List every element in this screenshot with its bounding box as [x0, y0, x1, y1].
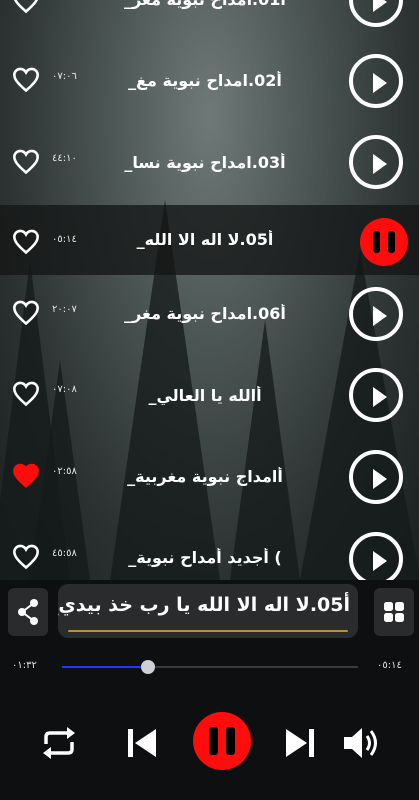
- list-item[interactable]: ٤٥:٥٨ _أجديد أمداح نبوية (: [0, 522, 419, 580]
- track-title: _أجديد أمداح نبوية (: [128, 548, 282, 567]
- skip-previous-icon[interactable]: [126, 727, 158, 759]
- heart-icon[interactable]: [12, 300, 40, 326]
- track-title: _أ01.امداح نبوية مغر: [100, 0, 310, 9]
- list-item[interactable]: _أ01.امداح نبوية مغر: [0, 0, 419, 39]
- track-duration: ٠٧:٠٦: [52, 71, 77, 82]
- track-list[interactable]: _أ01.امداح نبوية مغر ٠٧:٠٦ _أ02.امداح نب…: [0, 0, 419, 580]
- track-duration: ٠٥:١٤: [52, 234, 77, 245]
- list-item-active[interactable]: ٠٥:١٤ _أ05.لا اله الا الله: [0, 205, 419, 275]
- list-item[interactable]: ٤٤:١٠ _أ03.امداح نبوية نسا: [0, 123, 419, 201]
- player-panel: _أ05.لا اله الا الله يا رب خذ بيدي ٠١:٣٢…: [0, 580, 419, 800]
- play-icon[interactable]: [349, 0, 403, 27]
- track-duration: ٠٧:٠٨: [52, 384, 77, 395]
- now-playing-box[interactable]: _أ05.لا اله الا الله يا رب خذ بيدي: [58, 584, 358, 638]
- track-title: _أ03.امداح نبوية نسا: [124, 153, 286, 172]
- heart-icon[interactable]: [12, 229, 40, 255]
- seek-bar[interactable]: [62, 660, 358, 674]
- heart-icon[interactable]: [12, 67, 40, 93]
- track-title: _أ02.امداح نبوية مغ: [128, 71, 282, 90]
- heart-icon[interactable]: [12, 149, 40, 175]
- elapsed-time: ٠١:٣٢: [12, 660, 37, 671]
- total-time: ٠٥:١٤: [377, 660, 402, 671]
- repeat-icon[interactable]: [40, 726, 78, 760]
- track-title: _أ05.لا اله الا الله: [136, 230, 274, 249]
- grid-icon: [384, 602, 404, 622]
- skip-next-icon[interactable]: [284, 727, 316, 759]
- share-icon: [18, 599, 38, 625]
- play-icon[interactable]: [349, 368, 403, 422]
- track-duration: ٤٥:٥٨: [52, 548, 77, 559]
- track-duration: ٤٤:١٠: [52, 153, 77, 164]
- now-playing-title: _أ05.لا اله الا الله يا رب خذ بيدي: [58, 594, 350, 616]
- grid-button[interactable]: [374, 588, 414, 636]
- play-icon[interactable]: [349, 450, 403, 504]
- track-title: _أ06.امداح نبوية مغر: [124, 304, 286, 323]
- heart-icon[interactable]: [12, 0, 40, 14]
- list-item[interactable]: ٠٧:٠٨ _أالله يا العالي: [0, 358, 419, 436]
- seek-bar-handle[interactable]: [140, 660, 155, 674]
- track-duration: ٠٢:٥٨: [52, 466, 77, 477]
- heart-icon[interactable]: [12, 381, 40, 407]
- seek-bar-fill: [62, 666, 148, 668]
- pause-icon[interactable]: [193, 712, 251, 770]
- play-icon[interactable]: [349, 287, 403, 341]
- heart-filled-icon[interactable]: [12, 463, 40, 489]
- heart-icon[interactable]: [12, 544, 40, 570]
- list-item[interactable]: ٠٢:٥٨ _أامداج نبوية مغربية: [0, 440, 419, 518]
- play-icon[interactable]: [349, 532, 403, 580]
- list-item[interactable]: ٢٠:٠٧ _أ06.امداح نبوية مغر: [0, 275, 419, 353]
- play-icon[interactable]: [349, 54, 403, 108]
- pause-icon[interactable]: [360, 218, 408, 266]
- play-icon[interactable]: [349, 135, 403, 189]
- share-button[interactable]: [8, 588, 48, 636]
- volume-icon[interactable]: [342, 725, 382, 761]
- list-item[interactable]: ٠٧:٠٦ _أ02.امداح نبوية مغ: [0, 40, 419, 118]
- track-duration: ٢٠:٠٧: [52, 304, 77, 315]
- track-title: _أالله يا العالي: [148, 386, 262, 405]
- track-title: _أامداج نبوية مغربية: [127, 467, 283, 486]
- now-playing-underline: [68, 630, 348, 632]
